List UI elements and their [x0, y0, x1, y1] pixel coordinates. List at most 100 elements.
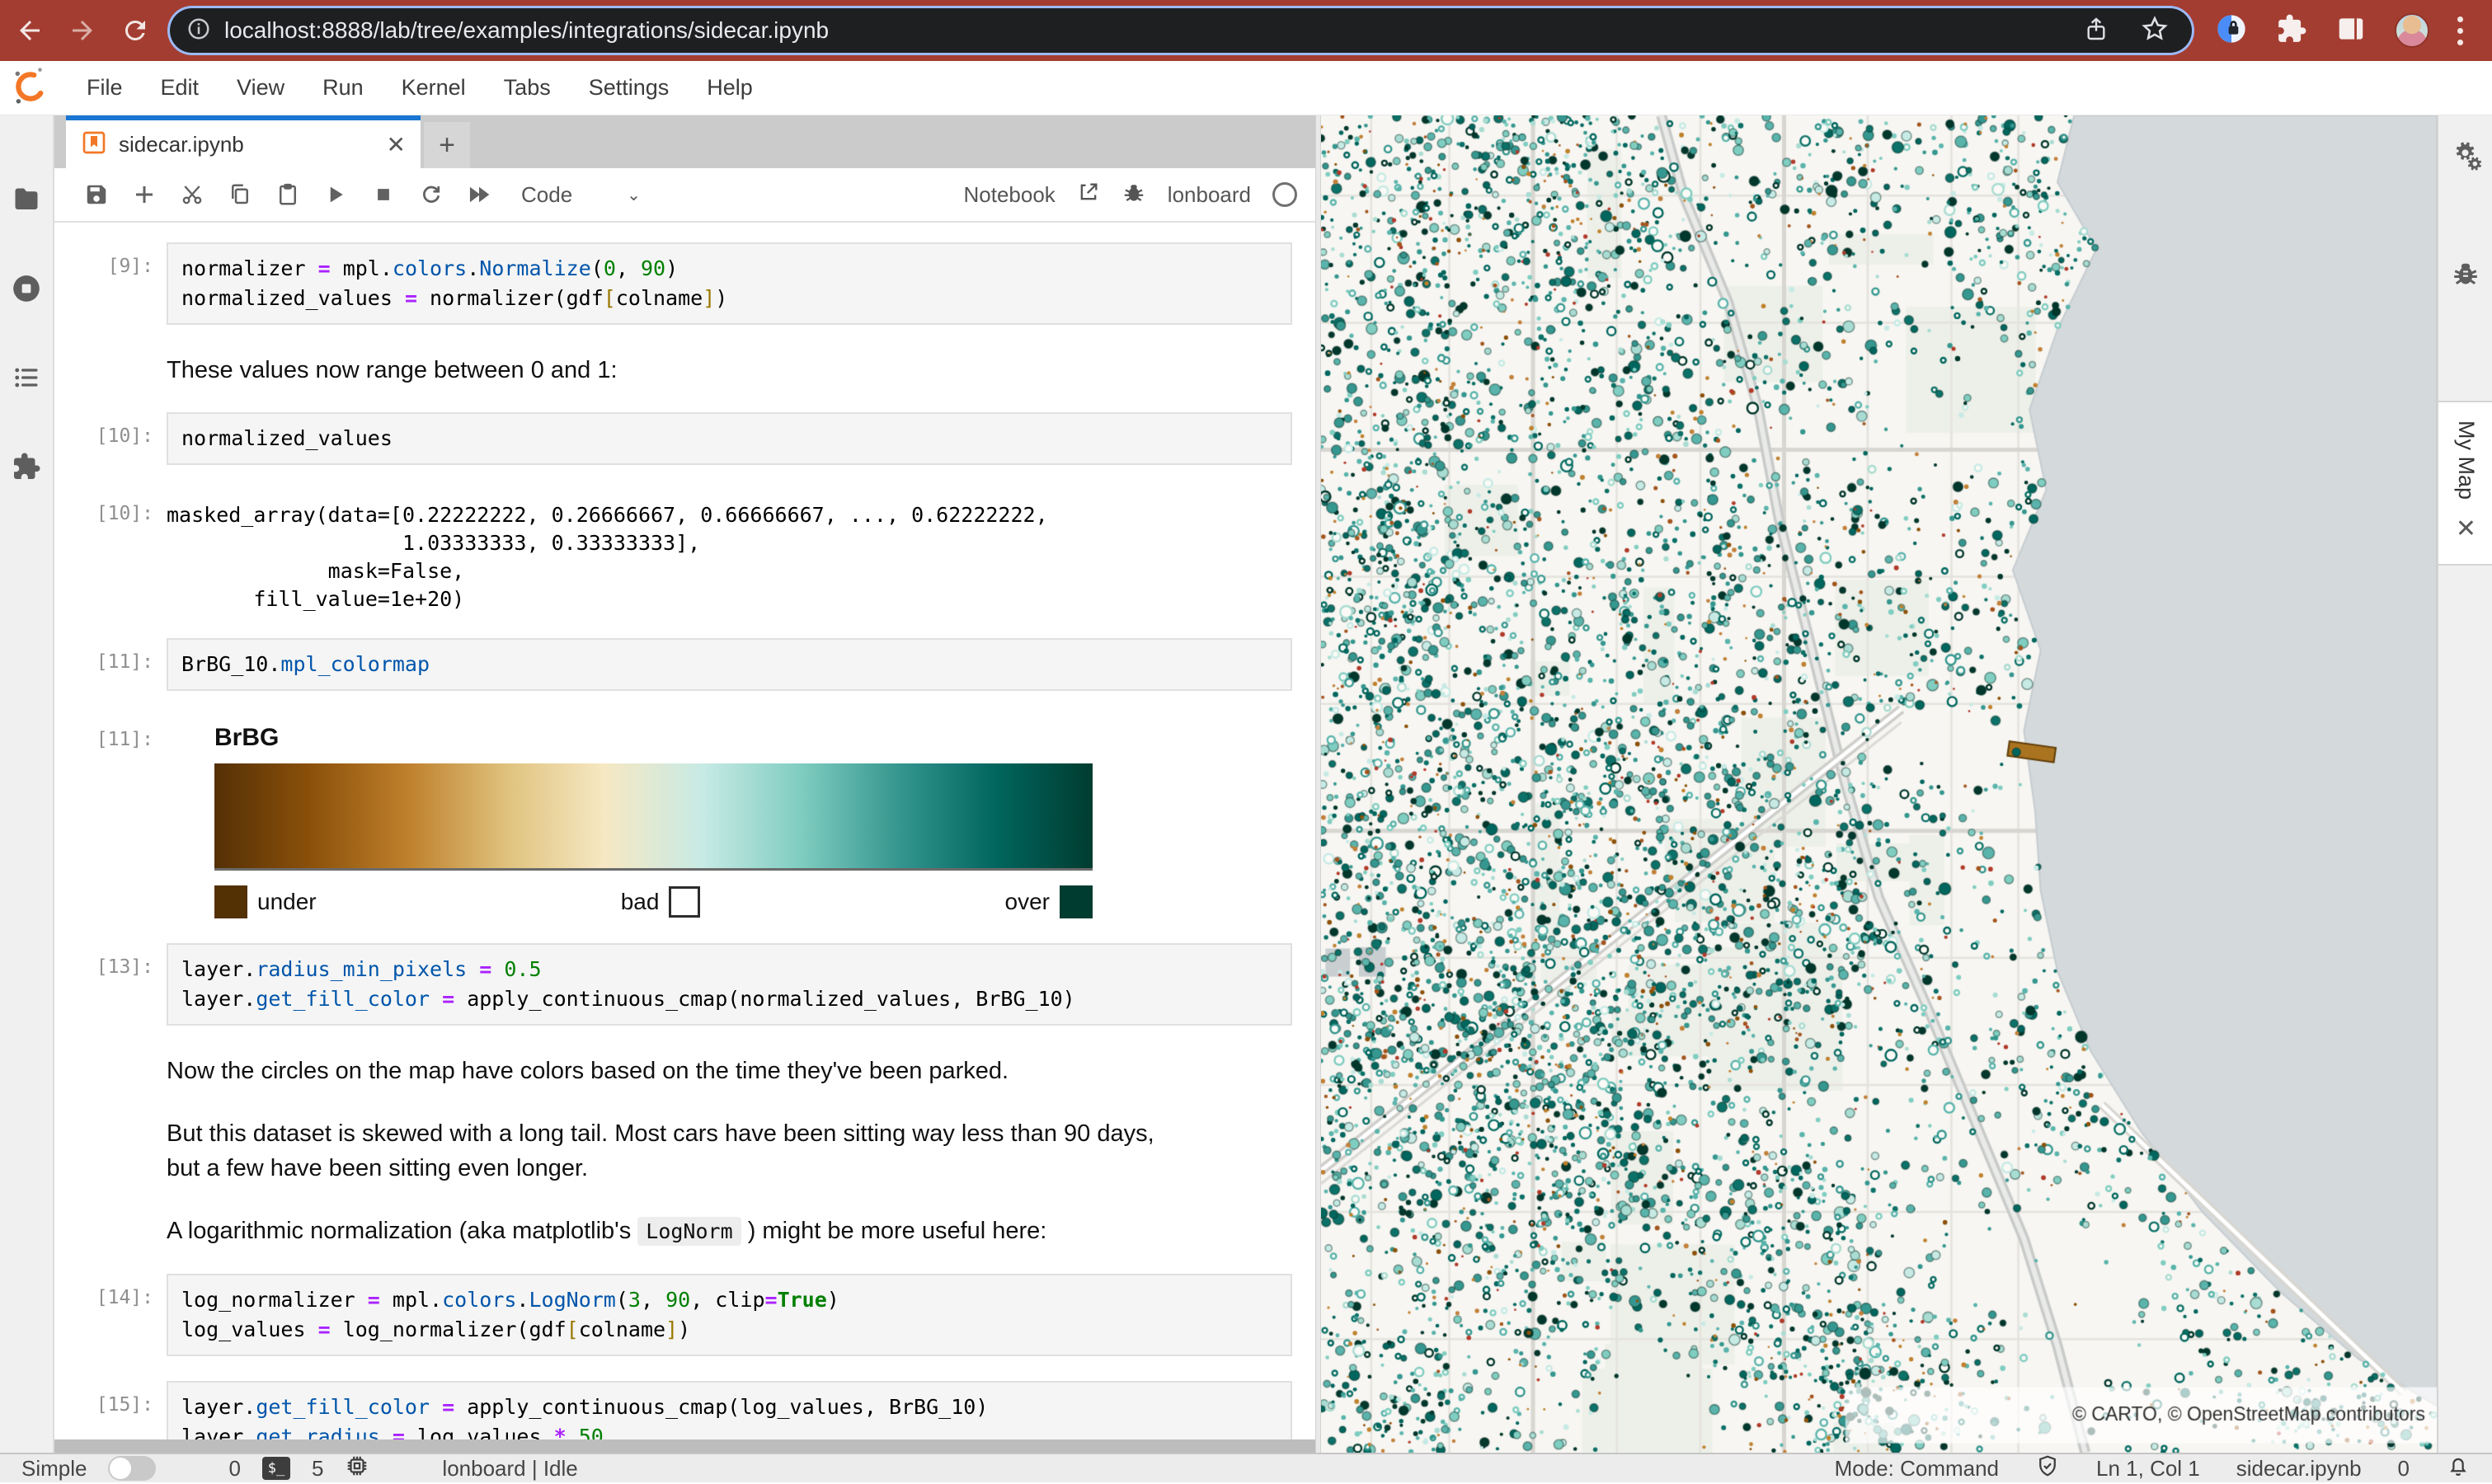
address-bar[interactable]: localhost:8888/lab/tree/examples/integra… [170, 8, 2192, 53]
notification-count[interactable]: 0 [2398, 1456, 2410, 1482]
menu-settings[interactable]: Settings [570, 61, 689, 115]
sidebar-tab-my-map[interactable]: My Map ✕ [2438, 401, 2492, 566]
left-sidebar [0, 115, 54, 1453]
simple-mode-toggle[interactable] [108, 1456, 156, 1481]
cell-prompt: [10]: [74, 490, 167, 613]
terminal-count[interactable]: 0 [228, 1456, 240, 1482]
sidebar-item-extensions[interactable] [0, 422, 54, 511]
notebook-cell: Now the circles on the map have colors b… [54, 1050, 1315, 1088]
browser-extension-area [2215, 12, 2463, 49]
jupyter-menubar: FileEditViewRunKernelTabsSettingsHelp [0, 61, 2492, 115]
browser-menu-icon[interactable] [2457, 16, 2463, 45]
under-swatch [214, 885, 247, 918]
cell-type-dropdown[interactable]: Code ⌄ [521, 182, 641, 208]
code-input-area[interactable]: layer.get_fill_color = apply_continuous_… [167, 1381, 1292, 1439]
bookmark-star-icon[interactable] [2141, 15, 2169, 47]
cell-prompt [74, 1113, 167, 1186]
open-in-new-icon[interactable] [1077, 181, 1100, 209]
panel-divider[interactable] [1315, 115, 1321, 1453]
notebook-file-icon [81, 129, 107, 160]
notebook-cell: [15]:layer.get_fill_color = apply_contin… [54, 1381, 1315, 1439]
run-icon[interactable] [312, 173, 360, 216]
command-mode-indicator[interactable]: Mode: Command [1835, 1456, 1999, 1482]
menu-help[interactable]: Help [688, 61, 772, 115]
markdown-cell-text[interactable]: But this dataset is skewed with a long t… [167, 1113, 1189, 1186]
notebook-cell: These values now range between 0 and 1: [54, 350, 1315, 387]
sidebar-item-table-of-contents[interactable] [0, 333, 54, 422]
markdown-cell-text[interactable]: A logarithmic normalization (aka matplot… [167, 1210, 1189, 1249]
notebook-cell: [9]:normalizer = mpl.colors.Normalize(0,… [54, 242, 1315, 325]
sidebar-item-running-sessions[interactable] [0, 244, 54, 333]
markdown-cell-text[interactable]: Now the circles on the map have colors b… [167, 1050, 1189, 1088]
trust-shield-icon[interactable] [2035, 1453, 2060, 1484]
notebook-cell: [14]:log_normalizer = mpl.colors.LogNorm… [54, 1274, 1315, 1356]
code-input-area[interactable]: normalized_values [167, 412, 1292, 465]
colormap-gradient-bar [214, 763, 1093, 871]
url-path: :8888/lab/tree/examples/integrations/sid… [316, 17, 830, 43]
menu-view[interactable]: View [218, 61, 303, 115]
notebook-tools-label[interactable]: Notebook [963, 182, 1055, 208]
forward-button[interactable] [59, 7, 106, 54]
restart-run-all-icon[interactable] [455, 173, 503, 216]
menu-edit[interactable]: Edit [142, 61, 219, 115]
colormap-output: BrBGunderbadover [167, 716, 1292, 918]
share-icon[interactable] [2083, 16, 2109, 46]
tab-close-icon[interactable]: ✕ [387, 131, 406, 158]
lonboard-map-canvas[interactable] [1321, 115, 2437, 1453]
interrupt-icon[interactable] [360, 173, 407, 216]
site-info-icon[interactable] [186, 16, 211, 45]
sidebar-item-file-browser[interactable] [0, 155, 54, 244]
back-button[interactable] [7, 7, 53, 54]
sidebar-item-debugger[interactable] [2451, 258, 2480, 292]
new-tab-button[interactable]: + [424, 122, 470, 168]
map-panel [1321, 115, 2437, 1453]
debugger-toggle-icon[interactable] [1121, 180, 1146, 210]
menu-kernel[interactable]: Kernel [383, 61, 485, 115]
menu-tabs[interactable]: Tabs [485, 61, 570, 115]
browser-chrome: localhost:8888/lab/tree/examples/integra… [0, 0, 2492, 61]
kernel-name[interactable]: lonboard [1168, 182, 1251, 208]
kernel-status-icon[interactable] [1272, 182, 1297, 207]
profile-avatar[interactable] [2395, 13, 2429, 48]
over-label: over [1005, 889, 1050, 915]
extensions-puzzle-icon[interactable] [2276, 13, 2307, 49]
cursor-position[interactable]: Ln 1, Col 1 [2096, 1456, 2200, 1482]
under-label: under [257, 889, 317, 915]
save-icon[interactable] [73, 173, 120, 216]
tab-sidecar-ipynb[interactable]: sidecar.ipynb ✕ [66, 115, 421, 168]
horizontal-scrollbar[interactable] [54, 1439, 1315, 1453]
code-input-area[interactable]: normalizer = mpl.colors.Normalize(0, 90)… [167, 242, 1292, 325]
menu-run[interactable]: Run [303, 61, 383, 115]
markdown-cell-text[interactable]: These values now range between 0 and 1: [167, 350, 1189, 387]
cell-prompt: [11]: [74, 716, 167, 918]
my-map-tab-label: My Map [2453, 420, 2479, 500]
cell-output-text: masked_array(data=[0.22222222, 0.2666666… [167, 490, 1292, 613]
kernel-status-text[interactable]: lonboard | Idle [442, 1456, 577, 1482]
menu-file[interactable]: File [68, 61, 142, 115]
copy-icon[interactable] [216, 173, 264, 216]
side-panel-icon[interactable] [2335, 13, 2367, 49]
terminal-icon[interactable]: $_ [262, 1457, 290, 1480]
bad-swatch [669, 886, 700, 918]
right-sidebar: My Map ✕ [2437, 115, 2492, 1453]
code-input-area[interactable]: log_normalizer = mpl.colors.LogNorm(3, 9… [167, 1274, 1292, 1356]
reload-button[interactable] [112, 7, 158, 54]
notebook-cell: A logarithmic normalization (aka matplot… [54, 1210, 1315, 1249]
insert-cell-icon[interactable] [120, 173, 168, 216]
notebook-panel: sidecar.ipynb ✕ + Code ⌄ Notebook lonboa… [54, 115, 1315, 1453]
code-input-area[interactable]: BrBG_10.mpl_colormap [167, 638, 1292, 691]
kernel-chip-icon[interactable] [345, 1453, 369, 1484]
restart-icon[interactable] [407, 173, 455, 216]
paste-icon[interactable] [264, 173, 312, 216]
cell-prompt: [13]: [74, 943, 167, 1026]
tab-title: sidecar.ipynb [119, 132, 387, 157]
cell-prompt: [11]: [74, 638, 167, 691]
password-manager-icon[interactable] [2215, 12, 2248, 49]
kernel-count[interactable]: 5 [312, 1456, 323, 1482]
sidebar-item-property-inspector[interactable] [2449, 139, 2482, 176]
bell-icon[interactable] [2446, 1453, 2471, 1484]
cell-prompt: [15]: [74, 1381, 167, 1439]
cut-icon[interactable] [168, 173, 216, 216]
code-input-area[interactable]: layer.radius_min_pixels = 0.5layer.get_f… [167, 943, 1292, 1026]
my-map-close-icon[interactable]: ✕ [2456, 514, 2476, 543]
